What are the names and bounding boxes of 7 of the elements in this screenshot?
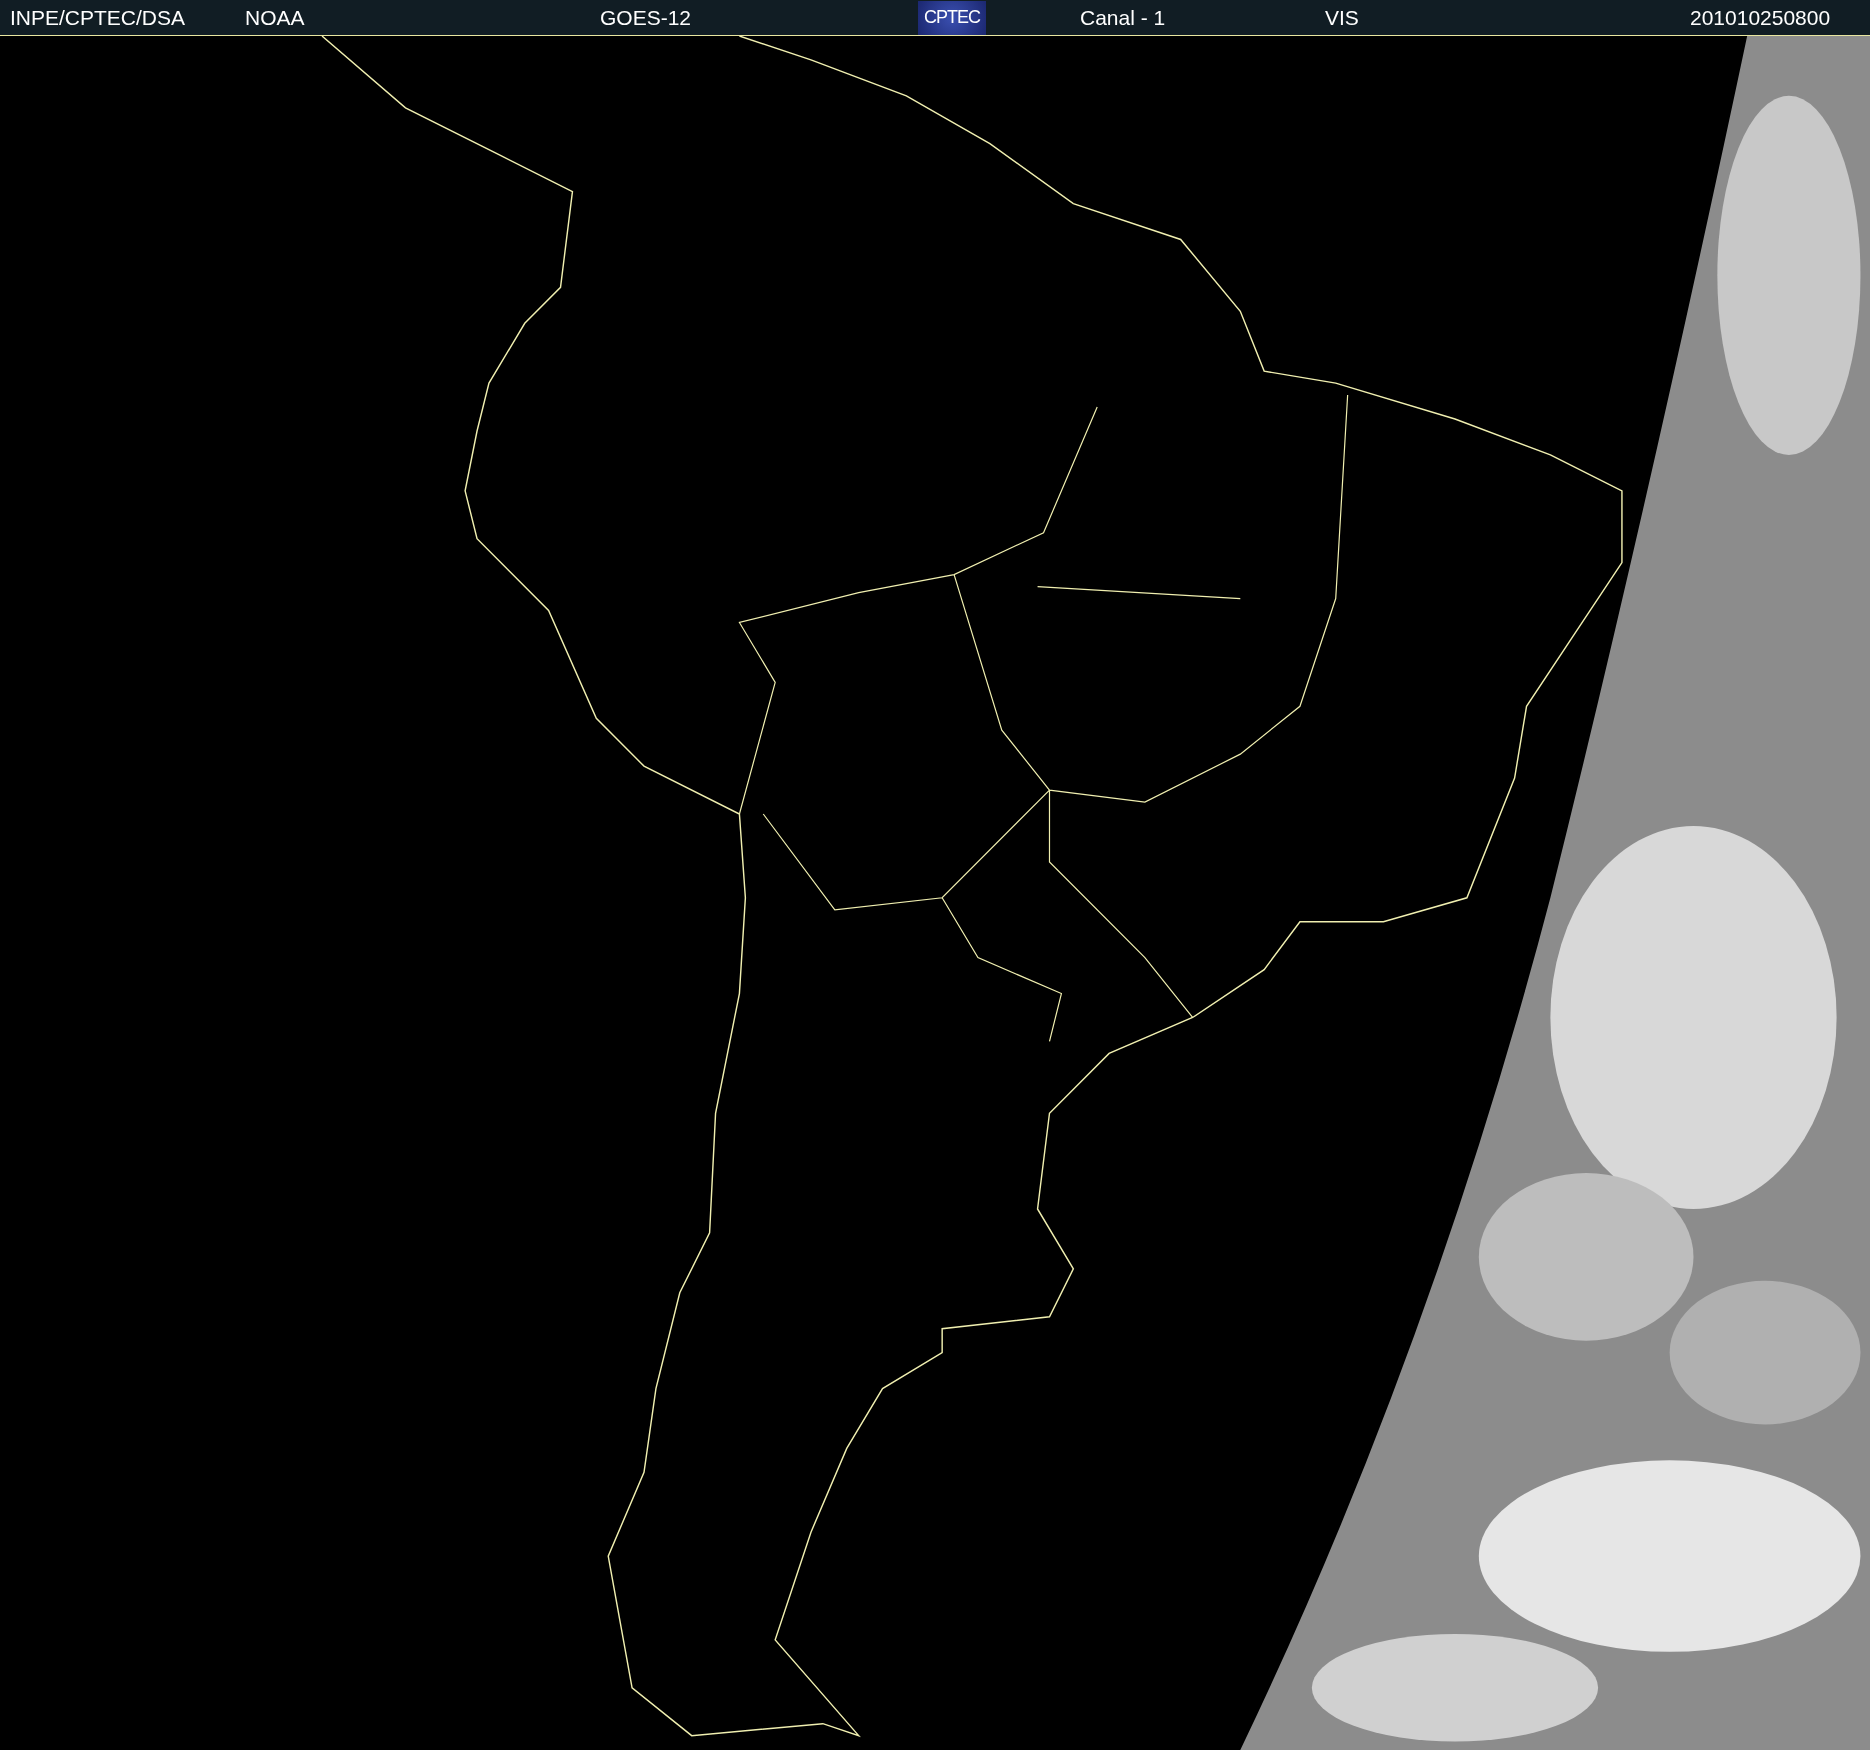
header-label: GOES-12 bbox=[600, 5, 692, 30]
logo: CPTEC bbox=[918, 0, 986, 35]
header-label: Canal - 1 bbox=[1080, 5, 1166, 30]
header-label: INPE/CPTEC/DSA bbox=[10, 5, 186, 30]
header-label: NOAA bbox=[245, 5, 305, 30]
header-label: VIS bbox=[1325, 5, 1359, 30]
header-label: 201010250800 bbox=[1690, 5, 1831, 30]
